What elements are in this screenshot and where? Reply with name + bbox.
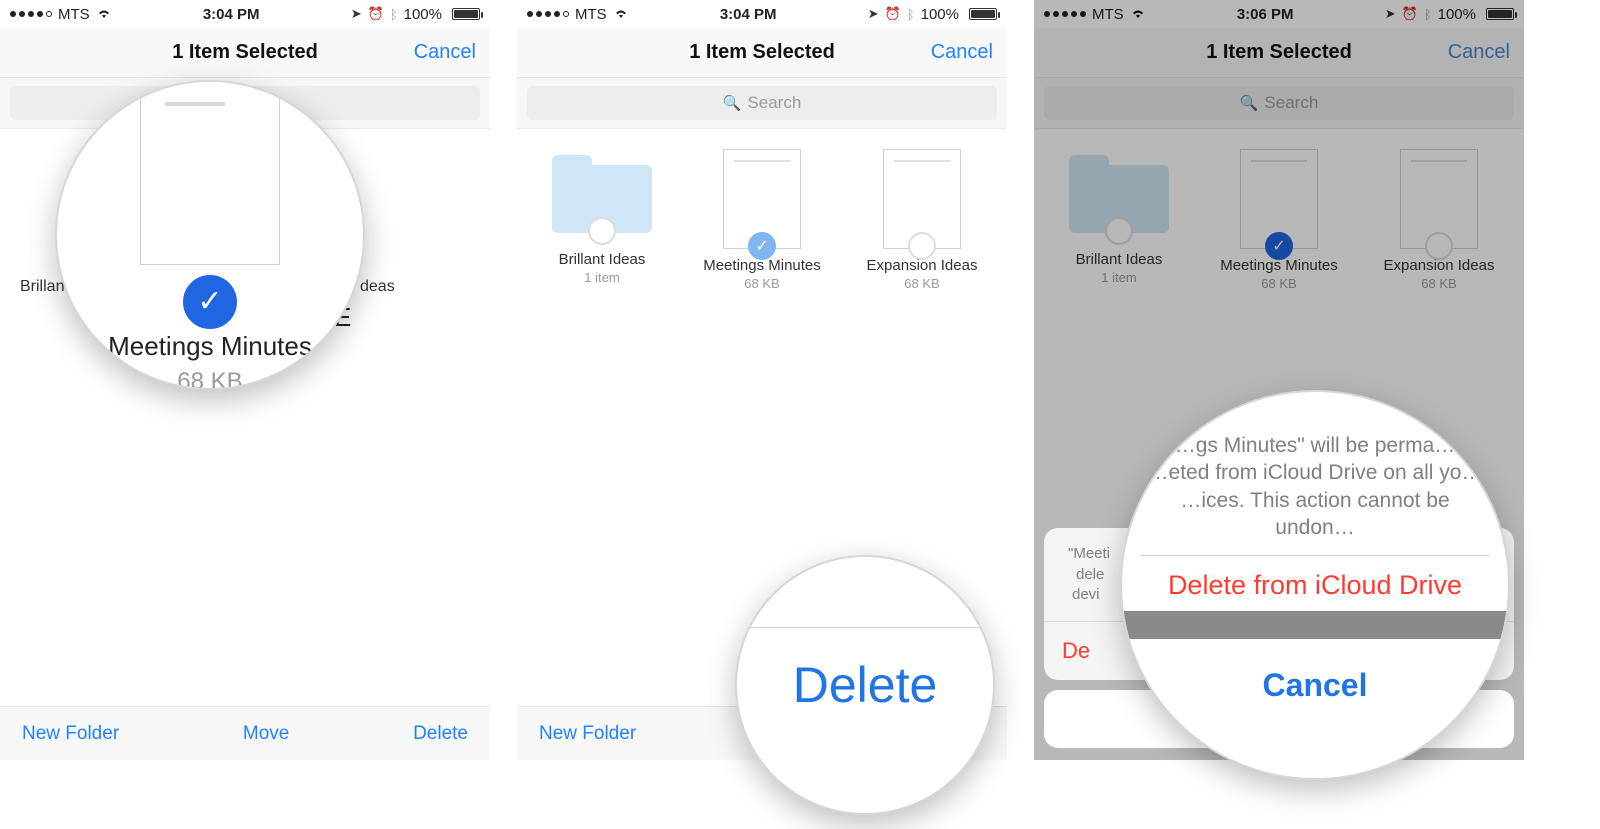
move-button[interactable]: Move [243, 723, 289, 745]
carrier-label: MTS [58, 6, 90, 23]
file-page-icon [883, 149, 961, 249]
item-sub: 68 KB [692, 276, 832, 291]
signal-dots-icon [527, 11, 569, 17]
carrier-label: MTS [575, 6, 607, 23]
search-bar-container: 🔍 Search [517, 78, 1007, 129]
search-input[interactable]: 🔍 Search [527, 86, 997, 120]
status-bar: MTS 3:04 PM ➤ ⏰ ᛒ 100% [0, 0, 490, 28]
item-name: Brillant Ideas [532, 251, 672, 268]
magnified-item-size: 68 KB [177, 368, 242, 391]
cancel-button[interactable]: Cancel [931, 41, 993, 64]
item-file-expansion-ideas[interactable]: Expansion Ideas 68 KB [852, 149, 992, 291]
nav-bar: 1 Item Selected Cancel [517, 28, 1007, 78]
nav-bar: 1 Item Selected Cancel [0, 28, 490, 78]
cancel-button[interactable]: Cancel [414, 41, 476, 64]
signal-dots-icon [10, 11, 52, 17]
battery-icon [452, 8, 480, 20]
bluetooth-icon: ᛒ [907, 7, 915, 22]
item-folder-brillant-ideas[interactable]: Brillant Ideas 1 item [532, 149, 672, 291]
nav-title: 1 Item Selected [172, 41, 318, 64]
delete-button[interactable]: Delete [413, 723, 468, 745]
new-folder-button[interactable]: New Folder [539, 723, 636, 745]
magnified-delete-label[interactable]: Delete [793, 656, 938, 714]
item-file-meetings-minutes[interactable]: ✓ Meetings Minutes 68 KB [692, 149, 832, 291]
magnified-delete-from-icloud-button[interactable]: Delete from iCloud Drive [1168, 570, 1462, 601]
alarm-icon: ⏰ [368, 6, 384, 22]
item-sub: 68 KB [852, 276, 992, 291]
new-folder-button[interactable]: New Folder [22, 723, 119, 745]
bottom-toolbar: New Folder Move Delete [0, 706, 490, 760]
selection-circle-empty [588, 217, 616, 245]
file-page-icon [140, 80, 280, 265]
file-page-icon: ✓ [723, 149, 801, 249]
magnified-cancel-button[interactable]: Cancel [1263, 667, 1368, 703]
folder-icon [552, 155, 652, 233]
location-icon: ➤ [351, 6, 362, 22]
location-icon: ➤ [868, 6, 879, 22]
magnified-item-name: Meetings Minutes [108, 331, 312, 362]
item-sub: 1 item [532, 270, 672, 285]
status-bar: MTS 3:04 PM ➤ ⏰ ᛒ 100% [517, 0, 1007, 28]
alarm-icon: ⏰ [885, 6, 901, 22]
status-time: 3:04 PM [203, 6, 260, 23]
status-time: 3:04 PM [720, 6, 777, 23]
nav-title: 1 Item Selected [689, 41, 835, 64]
search-icon: 🔍 [723, 94, 742, 112]
selection-circle-empty [908, 232, 936, 260]
selection-check-icon: ✓ [183, 275, 237, 329]
items-grid: Brillant Ideas 1 item ✓ Meetings Minutes… [517, 129, 1007, 291]
battery-icon [969, 8, 997, 20]
wifi-icon [613, 7, 629, 22]
battery-percent: 100% [921, 6, 959, 23]
bluetooth-icon: ᛒ [390, 7, 398, 22]
magnified-sheet-message: …gs Minutes" will be perma… …eted from i… [1140, 432, 1490, 541]
item-name-partial-right: deas [360, 278, 395, 296]
battery-percent: 100% [404, 6, 442, 23]
wifi-icon [96, 7, 112, 22]
magnifier-action-sheet: …gs Minutes" will be perma… …eted from i… [1120, 390, 1510, 780]
magnifier-delete-button: Delete [735, 555, 995, 815]
search-placeholder: Search [747, 93, 801, 113]
selection-check-icon: ✓ [748, 232, 776, 260]
magnifier-selected-item: ✓ Meetings Minutes 68 KB [55, 80, 365, 390]
